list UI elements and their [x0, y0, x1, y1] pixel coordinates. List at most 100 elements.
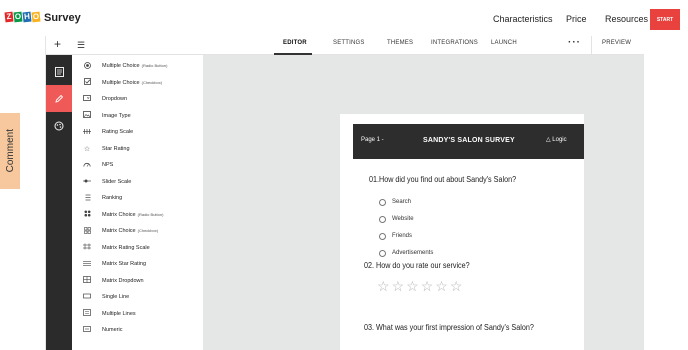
question-type-label: Slider Scale [102, 178, 132, 185]
palette-icon[interactable] [46, 112, 72, 139]
radio-button[interactable] [379, 215, 386, 223]
matrix-dropdown-icon [82, 276, 92, 285]
app-title: Survey [44, 12, 81, 24]
question-type-item[interactable]: Multiple Choice (Radio Button) [72, 58, 203, 74]
question-type-label: Numeric [102, 327, 123, 333]
star-icon[interactable]: ☆ [406, 279, 419, 293]
question-type-list: Multiple Choice (Radio Button) Multiple C… [72, 55, 203, 350]
question-type-item[interactable]: Ranking [72, 190, 203, 206]
numeric-icon [82, 326, 92, 334]
matrix-radio-icon [82, 210, 92, 219]
question-type-item[interactable]: ☆ Star Rating [72, 141, 203, 157]
document-icon[interactable] [46, 58, 72, 85]
answer-option-label: Advertisements [392, 250, 434, 256]
question-3-title[interactable]: 03. What was your first impression of Sa… [364, 323, 534, 332]
question-type-label: Multiple Lines [102, 310, 136, 317]
nps-gauge-icon [82, 161, 92, 169]
question-type-label: Multiple Choice [102, 63, 140, 69]
question-type-item[interactable]: Image Type [72, 108, 203, 124]
rating-scale-icon [82, 128, 92, 137]
tab-settings[interactable]: SETTINGS [333, 40, 365, 46]
tab-integrations[interactable]: INTEGRATIONS [431, 40, 478, 46]
answer-option[interactable]: Advertisements [379, 248, 433, 258]
question-type-sub: (Radio Button) [137, 211, 164, 217]
question-type-item[interactable]: Single Line [72, 289, 203, 305]
slider-icon [82, 178, 92, 186]
question-type-label: Matrix Star Rating [102, 261, 147, 267]
logic-button[interactable]: △ Logic [546, 136, 567, 143]
question-type-item[interactable]: Slider Scale [72, 174, 203, 190]
question-type-sub: (Checkbox) [137, 228, 159, 233]
radio-button[interactable] [379, 232, 386, 240]
comment-tab-label: Comment [4, 129, 16, 173]
star-icon[interactable]: ☆ [377, 279, 390, 293]
question-type-label: Ranking [102, 195, 123, 201]
more-dots-icon[interactable]: ··· [568, 37, 581, 48]
star-icon[interactable]: ☆ [392, 279, 405, 293]
dropdown-icon [82, 95, 92, 103]
logo-letter-o: O [13, 11, 23, 23]
question-type-label: Matrix Rating Scale [102, 244, 150, 251]
question-type-item[interactable]: NPS [72, 157, 203, 173]
page-selector[interactable]: Page 1 - [361, 137, 384, 143]
question-1-title[interactable]: 01.How did you find out about Sandy's Sa… [369, 175, 516, 184]
radio-icon [82, 61, 92, 71]
nav-characteristics[interactable]: Characteristics [493, 14, 553, 24]
pencil-icon[interactable] [46, 85, 72, 112]
survey-title[interactable]: SANDY'S SALON SURVEY [423, 137, 515, 144]
single-line-icon [82, 293, 92, 301]
answer-option-label: Friends [392, 233, 413, 239]
question-type-label: Matrix Choice [102, 228, 136, 234]
survey-card: Page 1 - SANDY'S SALON SURVEY △ Logic 01… [340, 114, 584, 350]
question-type-label: Dropdown [102, 96, 128, 102]
logo-letter-h: H [22, 11, 32, 23]
matrix-checkbox-icon [82, 226, 92, 236]
question-type-label: Rating Scale [102, 129, 134, 135]
question-type-item[interactable]: Matrix Rating Scale [72, 240, 203, 256]
radio-button[interactable] [379, 198, 386, 206]
comment-tab[interactable]: Comment [0, 113, 20, 189]
question-type-label: Star Rating [102, 145, 130, 152]
star-rating[interactable]: ☆ ☆ ☆ ☆ ☆ ☆ [377, 279, 462, 293]
question-type-item[interactable]: Multiple Lines [72, 306, 203, 322]
star-icon[interactable]: ☆ [421, 279, 434, 293]
radio-button[interactable] [379, 249, 386, 257]
question-type-item[interactable]: Dropdown [72, 91, 203, 107]
star-icon[interactable]: ☆ [450, 279, 463, 293]
logo-letter-z: Z [4, 11, 14, 23]
star-icon[interactable]: ☆ [435, 279, 448, 293]
nav-price[interactable]: Price [566, 14, 587, 24]
question-type-label: Matrix Choice [102, 211, 136, 218]
question-type-sub: (Checkbox) [141, 79, 163, 85]
question-type-item[interactable]: Multiple Choice (Checkbox) [72, 75, 203, 91]
start-button[interactable]: START [650, 9, 680, 30]
survey-header: Page 1 - SANDY'S SALON SURVEY △ Logic [353, 124, 584, 159]
star-icon: ☆ [83, 145, 91, 153]
tab-editor[interactable]: EDITOR [283, 40, 307, 46]
tab-launch[interactable]: LAUNCH [491, 40, 517, 46]
question-type-item[interactable]: Numeric [72, 322, 203, 338]
plus-icon[interactable]: + [54, 37, 61, 51]
answer-option[interactable]: Website [379, 214, 414, 224]
question-type-item[interactable]: Rating Scale [72, 124, 203, 140]
question-type-label: Multiple Choice [102, 79, 140, 86]
zoho-logo[interactable]: Z O H O [4, 11, 41, 23]
answer-option-label: Website [392, 216, 414, 222]
question-2-title[interactable]: 02. How do you rate our service? [364, 261, 470, 270]
ranking-icon [82, 194, 92, 203]
list-icon[interactable]: ☰ [77, 40, 85, 51]
nav-resources[interactable]: Resources [605, 14, 648, 24]
answer-option[interactable]: Search [379, 197, 411, 207]
question-type-item[interactable]: Matrix Choice (Radio Button) [72, 207, 203, 223]
tab-themes[interactable]: THEMES [387, 40, 413, 46]
logic-label: Logic [552, 137, 567, 143]
question-type-item[interactable]: Matrix Star Rating [72, 256, 203, 272]
matrix-rating-icon [82, 243, 92, 252]
toolbar-divider [591, 36, 592, 55]
preview-button[interactable]: PREVIEW [602, 40, 631, 46]
editor-toolbar: + ☰ EDITOR SETTINGS THEMES INTEGRATIONS … [46, 36, 644, 55]
question-type-item[interactable]: Matrix Dropdown [72, 273, 203, 289]
answer-option[interactable]: Friends [379, 231, 412, 241]
question-type-item[interactable]: Matrix Choice (Checkbox) [72, 223, 203, 239]
survey-canvas: Page 1 - SANDY'S SALON SURVEY △ Logic 01… [203, 55, 644, 350]
